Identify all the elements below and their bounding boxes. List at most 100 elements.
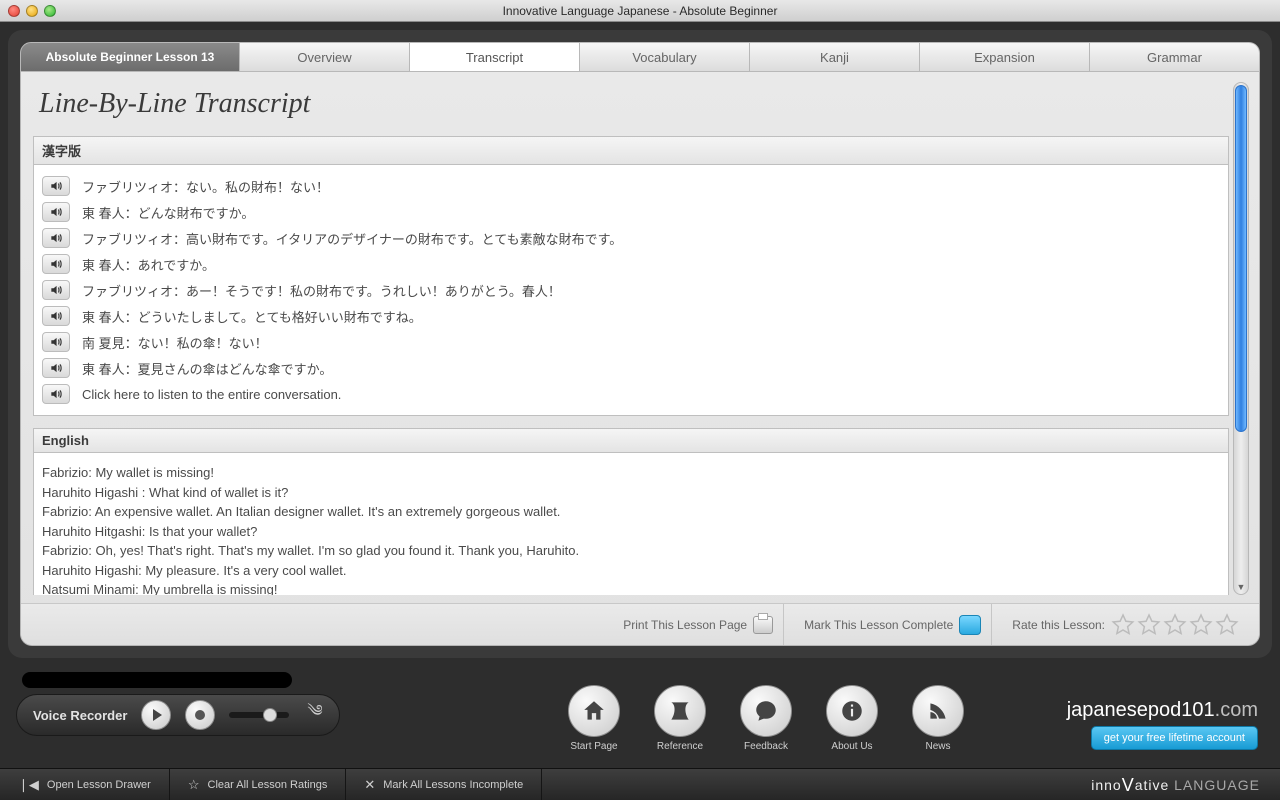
footer-logo: innoVative LANGUAGE (1091, 774, 1280, 795)
volume-slider[interactable] (229, 712, 289, 718)
clear-ratings-label: Clear All Lesson Ratings (208, 779, 328, 791)
speaker-icon[interactable] (42, 228, 70, 248)
mark-complete-button[interactable]: Mark This Lesson Complete (794, 604, 992, 645)
tab-transcript[interactable]: Transcript (410, 42, 580, 72)
sound-icon: ༄ (307, 693, 322, 738)
app-frame: Absolute Beginner Lesson 13 Overview Tra… (0, 22, 1280, 768)
window-title: Innovative Language Japanese - Absolute … (0, 4, 1280, 18)
star-icon[interactable] (1189, 613, 1213, 637)
record-button[interactable] (185, 700, 215, 730)
printer-icon (753, 616, 773, 634)
rate-label: Rate this Lesson: (1012, 618, 1105, 632)
nav-start[interactable]: Start Page (568, 685, 620, 752)
nav-label: Reference (657, 741, 703, 752)
content-panel: Line-By-Line Transcript 漢字版ファブリツィオ：ない。私の… (20, 72, 1260, 646)
brand-block: japanesepod101.com get your free lifetim… (1067, 699, 1258, 750)
speaker-icon[interactable] (42, 306, 70, 326)
player-bar: Voice Recorder ༄ Start Page Reference Feed… (8, 666, 1272, 758)
transcript-text: 東 春人：あれですか。 (82, 255, 215, 274)
scrollbar[interactable]: ▼ (1233, 82, 1249, 595)
voice-recorder-label: Voice Recorder (33, 708, 127, 723)
news-icon (912, 685, 964, 737)
section-body: ファブリツィオ：ない。私の財布！ない！ 東 春人：どんな財布ですか。ファブリツィオ… (33, 165, 1229, 416)
speaker-icon[interactable] (42, 202, 70, 222)
transcript-text: 東 春人：どんな財布ですか。 (82, 203, 254, 222)
nav-aboutus[interactable]: About Us (826, 685, 878, 752)
star-icon[interactable] (1111, 613, 1135, 637)
transcript-line: ファブリツィオ：あー！そうです！私の財布です。うれしい！ありがとう。春人！ (42, 277, 1220, 303)
cta-button[interactable]: get your free lifetime account (1091, 726, 1258, 750)
transcript-line: 南 夏見：ない！私の傘！ない！ (42, 329, 1220, 355)
speaker-icon[interactable] (42, 280, 70, 300)
drawer-icon: ❘◀ (18, 777, 39, 793)
page-title: Line-By-Line Transcript (39, 88, 1231, 120)
nav-feedback[interactable]: Feedback (740, 685, 792, 752)
rating-stars[interactable] (1111, 613, 1239, 637)
mark-label: Mark This Lesson Complete (804, 618, 953, 632)
star-icon[interactable] (1137, 613, 1161, 637)
print-lesson-button[interactable]: Print This Lesson Page (613, 604, 784, 645)
status-bar: ❘◀ Open Lesson Drawer ☆ Clear All Lesson R… (0, 768, 1280, 800)
transcript-text: 南 夏見：ない！私の傘！ない！ (82, 333, 268, 352)
transcript-line: ファブリツィオ：高い財布です。イタリアのデザイナーの財布です。とても素敵な財布で… (42, 225, 1220, 251)
nav-label: News (925, 741, 950, 752)
tabstrip: Absolute Beginner Lesson 13 Overview Tra… (20, 42, 1260, 72)
transcript-text: Fabrizio: My wallet is missing! Haruhito… (42, 461, 1220, 595)
section-header: 漢字版 (33, 136, 1229, 165)
tab-vocabulary[interactable]: Vocabulary (580, 42, 750, 72)
tab-kanji[interactable]: Kanji (750, 42, 920, 72)
transcript-line: 東 春人：どういたしまして。とても格好いい財布ですね。 (42, 303, 1220, 329)
transcript-line: 東 春人：夏見さんの傘はどんな傘ですか。 (42, 355, 1220, 381)
transcript-text: 東 春人：夏見さんの傘はどんな傘ですか。 (82, 359, 332, 378)
tab-overview[interactable]: Overview (240, 42, 410, 72)
open-drawer-label: Open Lesson Drawer (47, 779, 151, 791)
voice-recorder: Voice Recorder ༄ (16, 694, 340, 736)
star-outline-icon: ☆ (188, 777, 200, 793)
seek-bar[interactable] (22, 672, 292, 688)
speaker-icon[interactable] (42, 176, 70, 196)
mark-incomplete-button[interactable]: ✕Mark All Lessons Incomplete (346, 769, 542, 800)
speaker-icon[interactable] (42, 358, 70, 378)
record-icon (195, 710, 205, 720)
print-label: Print This Lesson Page (623, 618, 747, 632)
nav-icons: Start Page Reference Feedback About Us News (568, 685, 964, 752)
brand-main: japanesepod101 (1067, 699, 1215, 721)
transcript-scroll[interactable]: 漢字版ファブリツィオ：ない。私の財布！ない！東 春人：どんな財布ですか。ファブリ… (33, 136, 1229, 595)
speaker-icon[interactable] (42, 254, 70, 274)
transcript-text: ファブリツィオ：ない。私の財布！ない！ (82, 177, 329, 196)
scroll-down-icon[interactable]: ▼ (1234, 582, 1248, 592)
reference-icon (654, 685, 706, 737)
speaker-icon[interactable] (42, 332, 70, 352)
feedback-icon (740, 685, 792, 737)
tab-grammar[interactable]: Grammar (1090, 42, 1260, 72)
nav-label: Feedback (744, 741, 788, 752)
transcript-line: ファブリツィオ：ない。私の財布！ない！ (42, 173, 1220, 199)
transcript-line: 東 春人：どんな財布ですか。 (42, 199, 1220, 225)
star-icon[interactable] (1215, 613, 1239, 637)
tab-expansion[interactable]: Expansion (920, 42, 1090, 72)
aboutus-icon (826, 685, 878, 737)
section-header: English (33, 428, 1229, 453)
transcript-line: 東 春人：あれですか。 (42, 251, 1220, 277)
clear-ratings-button[interactable]: ☆ Clear All Lesson Ratings (170, 769, 347, 800)
rate-lesson: Rate this Lesson: (1002, 604, 1249, 645)
scroll-thumb[interactable] (1235, 85, 1247, 432)
section-body: Fabrizio: My wallet is missing! Haruhito… (33, 453, 1229, 595)
play-button[interactable] (141, 700, 171, 730)
window-titlebar: Innovative Language Japanese - Absolute … (0, 0, 1280, 22)
star-icon[interactable] (1163, 613, 1187, 637)
nav-label: About Us (831, 741, 872, 752)
nav-news[interactable]: News (912, 685, 964, 752)
start-icon (568, 685, 620, 737)
open-lesson-drawer-button[interactable]: ❘◀ Open Lesson Drawer (0, 769, 170, 800)
brand-tld: .com (1215, 699, 1258, 721)
speaker-icon[interactable] (42, 384, 70, 404)
app-inner: Absolute Beginner Lesson 13 Overview Tra… (8, 30, 1272, 658)
nav-label: Start Page (570, 741, 617, 752)
nav-reference[interactable]: Reference (654, 685, 706, 752)
checkbox-icon (959, 615, 981, 635)
play-icon (153, 709, 162, 721)
transcript-line: Click here to listen to the entire conve… (42, 381, 1220, 407)
x-icon: ✕ (364, 777, 375, 793)
lesson-tab[interactable]: Absolute Beginner Lesson 13 (20, 42, 240, 72)
